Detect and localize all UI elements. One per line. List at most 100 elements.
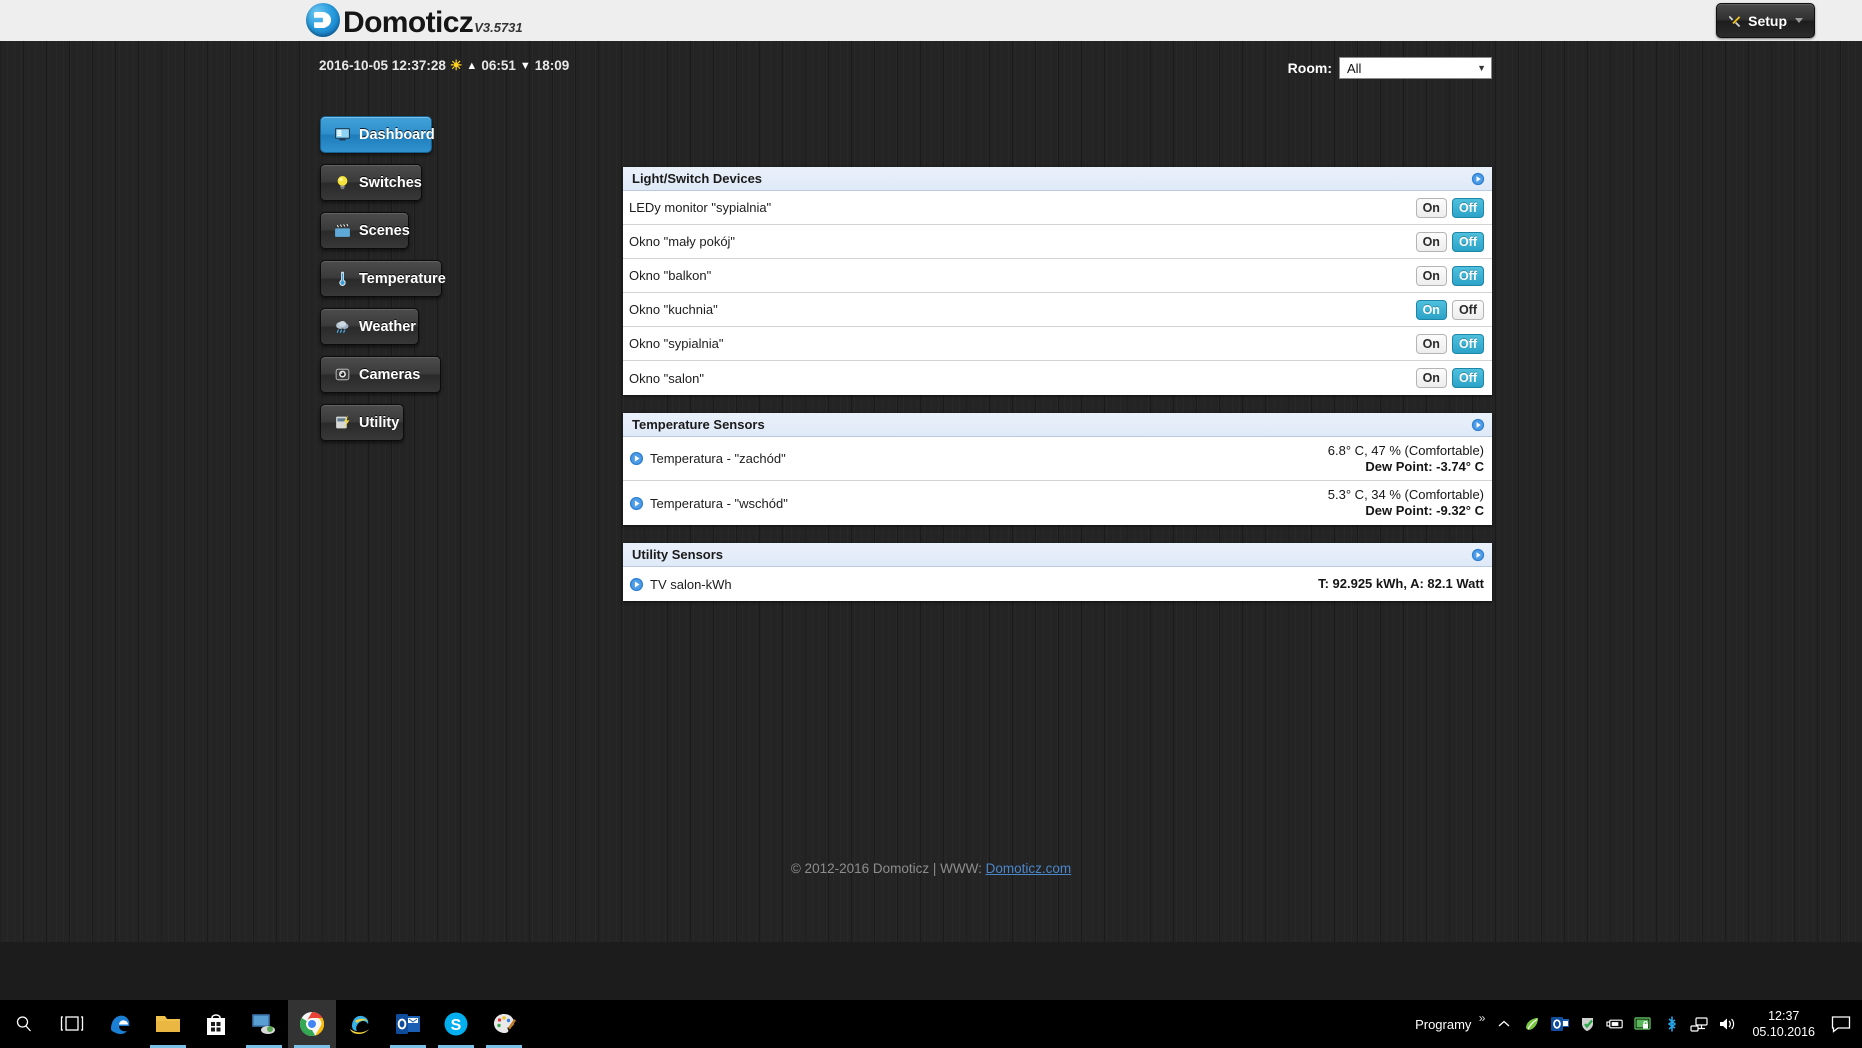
- taskbar-remote-desktop-button[interactable]: [240, 1000, 288, 1048]
- sensor-value: 6.8° C, 47 % (Comfortable) Dew Point: -3…: [1328, 443, 1484, 475]
- table-row[interactable]: Okno "salon" On Off: [623, 361, 1492, 395]
- sidebar-item-weather[interactable]: Weather: [320, 308, 419, 345]
- network-icon[interactable]: [1690, 1015, 1709, 1034]
- taskbar-internet-explorer-button[interactable]: [336, 1000, 384, 1048]
- play-circle-icon[interactable]: [629, 496, 644, 511]
- sensor-reading: 6.8° C, 47 % (Comfortable): [1328, 443, 1484, 459]
- device-name: Okno "kuchnia": [629, 302, 718, 317]
- info-bar: 2016-10-05 12:37:28 ☀ ▲ 06:51 ▼ 18:09 Ro…: [0, 57, 1862, 81]
- taskbar-store-button[interactable]: [192, 1000, 240, 1048]
- play-circle-icon[interactable]: [629, 577, 644, 592]
- sidebar-item-dashboard[interactable]: Dashboard: [320, 116, 432, 153]
- task-view-icon: [60, 1015, 84, 1033]
- taskbar-outlook-button[interactable]: [384, 1000, 432, 1048]
- app-logo[interactable]: Domoticz V3.5731: [306, 1, 523, 39]
- chrome-icon: [298, 1010, 326, 1038]
- remote-desktop-icon: [250, 1012, 278, 1036]
- shield-icon[interactable]: [1578, 1015, 1597, 1034]
- lightbulb-icon: [334, 174, 351, 191]
- table-row[interactable]: Okno "sypialnia" On Off: [623, 327, 1492, 361]
- chevron-up-icon[interactable]: [1494, 1015, 1513, 1034]
- battery-icon[interactable]: [1606, 1015, 1625, 1034]
- table-row[interactable]: Temperatura - "zachód" 6.8° C, 47 % (Com…: [623, 437, 1492, 481]
- switch-on-button[interactable]: On: [1416, 368, 1447, 388]
- device-name: Okno "sypialnia": [629, 336, 724, 351]
- setup-button[interactable]: Setup: [1716, 3, 1815, 38]
- table-row[interactable]: Temperatura - "wschód" 5.3° C, 34 % (Com…: [623, 481, 1492, 525]
- switch-off-button[interactable]: Off: [1452, 368, 1484, 388]
- table-row[interactable]: Okno "mały pokój" On Off: [623, 225, 1492, 259]
- taskbar-chrome-button[interactable]: [288, 1000, 336, 1048]
- taskbar-skype-button[interactable]: S: [432, 1000, 480, 1048]
- sensor-name: TV salon-kWh: [650, 577, 732, 592]
- play-circle-icon[interactable]: [629, 451, 644, 466]
- room-selected-value: All: [1347, 61, 1361, 76]
- switch-on-button[interactable]: On: [1416, 232, 1447, 252]
- monitor-icon: [334, 126, 351, 143]
- sidebar-item-label: Temperature: [359, 271, 446, 287]
- switch-on-button[interactable]: On: [1416, 334, 1447, 354]
- temperature-panel-header: Temperature Sensors: [623, 413, 1492, 437]
- sidebar-item-utility[interactable]: Utility: [320, 404, 404, 441]
- taskbar-search-button[interactable]: [0, 1000, 48, 1048]
- sensor-name: Temperatura - "wschód": [650, 496, 788, 511]
- sidebar-item-temperature[interactable]: Temperature: [320, 260, 442, 297]
- table-row[interactable]: Okno "kuchnia" On Off: [623, 293, 1492, 327]
- switch-on-button[interactable]: On: [1416, 300, 1447, 320]
- sidebar-item-cameras[interactable]: Cameras: [320, 356, 441, 393]
- sidebar-item-label: Switches: [359, 175, 422, 191]
- domoticz-logo-icon: [306, 3, 340, 37]
- sensor-value: 5.3° C, 34 % (Comfortable) Dew Point: -9…: [1328, 487, 1484, 519]
- leaf-icon[interactable]: [1522, 1015, 1541, 1034]
- outlook-tray-icon[interactable]: [1550, 1015, 1569, 1034]
- room-filter: Room: All ▼: [1288, 57, 1492, 79]
- tray-programs-label[interactable]: Programy »: [1415, 1017, 1485, 1032]
- switch-off-button[interactable]: Off: [1452, 300, 1484, 320]
- domoticz-website-link[interactable]: Domoticz.com: [986, 861, 1072, 876]
- windows-taskbar: S Programy »: [0, 1000, 1862, 1048]
- switch-on-button[interactable]: On: [1416, 266, 1447, 286]
- dashboard-content: Light/Switch Devices LEDy monitor "sypia…: [623, 167, 1492, 619]
- switch-buttons: On Off: [1416, 334, 1484, 354]
- table-row[interactable]: TV salon-kWh T: 92.925 kWh, A: 82.1 Watt: [623, 567, 1492, 601]
- taskbar-clock[interactable]: 12:37 05.10.2016: [1752, 1008, 1815, 1040]
- datetime-display: 2016-10-05 12:37:28 ☀ ▲ 06:51 ▼ 18:09: [319, 57, 569, 74]
- play-circle-icon[interactable]: [1471, 548, 1485, 562]
- taskbar-edge-button[interactable]: [96, 1000, 144, 1048]
- file-explorer-icon: [154, 1012, 182, 1036]
- switch-buttons: On Off: [1416, 300, 1484, 320]
- chevron-down-icon: [1795, 18, 1803, 23]
- room-label: Room:: [1288, 60, 1332, 76]
- play-circle-icon[interactable]: [1471, 418, 1485, 432]
- sidebar-item-scenes[interactable]: Scenes: [320, 212, 409, 249]
- taskbar-task-view-button[interactable]: [48, 1000, 96, 1048]
- device-name: LEDy monitor "sypialnia": [629, 200, 771, 215]
- switch-on-button[interactable]: On: [1416, 198, 1447, 218]
- temperature-panel: Temperature Sensors Temperatura - "zachó…: [623, 413, 1492, 525]
- sidebar-item-switches[interactable]: Switches: [320, 164, 422, 201]
- room-select[interactable]: All ▼: [1339, 57, 1492, 79]
- clock-time: 12:37: [1752, 1008, 1815, 1024]
- switch-off-button[interactable]: Off: [1452, 232, 1484, 252]
- play-circle-icon[interactable]: [1471, 172, 1485, 186]
- edge-icon: [106, 1010, 134, 1038]
- switch-off-button[interactable]: Off: [1452, 266, 1484, 286]
- volume-icon[interactable]: [1718, 1015, 1737, 1034]
- display-lock-icon[interactable]: [1634, 1015, 1653, 1034]
- domoticz-page: 2016-10-05 12:37:28 ☀ ▲ 06:51 ▼ 18:09 Ro…: [0, 41, 1862, 942]
- tray-label-text: Programy: [1415, 1017, 1471, 1032]
- taskbar-paint-button[interactable]: [480, 1000, 528, 1048]
- switch-off-button[interactable]: Off: [1452, 198, 1484, 218]
- sensor-name-wrap: Temperatura - "zachód": [629, 451, 786, 466]
- switch-off-button[interactable]: Off: [1452, 334, 1484, 354]
- table-row[interactable]: Okno "balkon" On Off: [623, 259, 1492, 293]
- bluetooth-icon[interactable]: [1662, 1015, 1681, 1034]
- sidebar-item-label: Dashboard: [359, 127, 435, 143]
- sidebar-menu: Dashboard Switches Scenes: [320, 116, 445, 452]
- search-icon: [14, 1014, 34, 1034]
- taskbar-file-explorer-button[interactable]: [144, 1000, 192, 1048]
- table-row[interactable]: LEDy monitor "sypialnia" On Off: [623, 191, 1492, 225]
- system-tray: Programy »: [1415, 1000, 1862, 1048]
- sidebar-item-label: Utility: [359, 415, 399, 431]
- action-center-icon[interactable]: [1828, 1012, 1854, 1036]
